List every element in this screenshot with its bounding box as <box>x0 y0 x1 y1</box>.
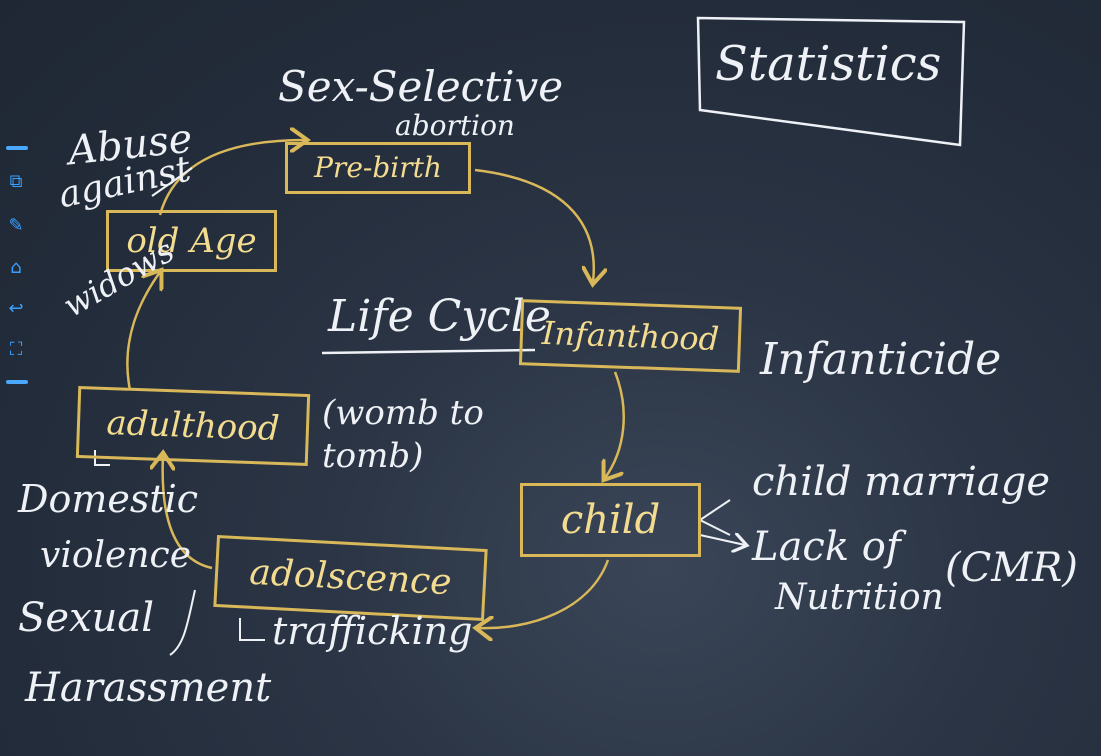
issue-cmr: (CMR) <box>945 545 1078 591</box>
stage-pre-birth: Pre-birth <box>285 142 471 194</box>
pointer-child-marriage <box>698 499 731 536</box>
lifecycle-subtitle: (womb to tomb) <box>322 393 484 476</box>
pointer-sexual <box>169 589 196 656</box>
lifecycle-title: Life Cycle <box>328 291 551 342</box>
issue-violence: violence <box>40 535 191 576</box>
arrow-child-adolescence <box>478 559 610 628</box>
issue-lack-of: Lack of <box>752 524 901 570</box>
home-icon[interactable]: ⌂ <box>4 256 28 280</box>
statistics-title: Statistics <box>715 36 942 92</box>
issue-nutrition: Nutrition <box>775 577 944 618</box>
stage-child: child <box>520 483 701 557</box>
issue-infanticide: Infanticide <box>760 334 1002 385</box>
pencil-icon[interactable]: ✎ <box>4 214 28 238</box>
toolbar-bottom-bar <box>6 380 28 384</box>
issue-harassment: Harassment <box>25 665 272 711</box>
stage-adulthood: adulthood <box>75 385 311 467</box>
lifecycle-underline <box>321 348 536 355</box>
arrow-infanthood-child <box>605 371 625 478</box>
undo-icon[interactable]: ↩ <box>4 297 28 321</box>
pointer-lack-nutrition <box>699 535 745 545</box>
issue-child-marriage: child marriage <box>752 459 1051 505</box>
screen-share-icon[interactable]: ⧉ <box>4 170 28 194</box>
issue-abortion: abortion <box>395 109 515 142</box>
chalkboard: Statistics Life Cycle (womb to tomb) Pre… <box>0 0 1101 756</box>
issue-domestic: Domestic <box>18 477 199 521</box>
arrow-prebirth-infanthood <box>474 168 594 282</box>
pointer-trafficking <box>239 618 265 641</box>
issue-sex-selective: Sex-Selective <box>278 62 564 111</box>
issue-sexual: Sexual <box>18 595 155 641</box>
toolbar-top-bar <box>6 146 28 150</box>
stage-infanthood: Infanthood <box>518 299 743 373</box>
issue-trafficking: trafficking <box>272 609 473 653</box>
fullscreen-icon[interactable]: ⛶ <box>4 338 28 362</box>
